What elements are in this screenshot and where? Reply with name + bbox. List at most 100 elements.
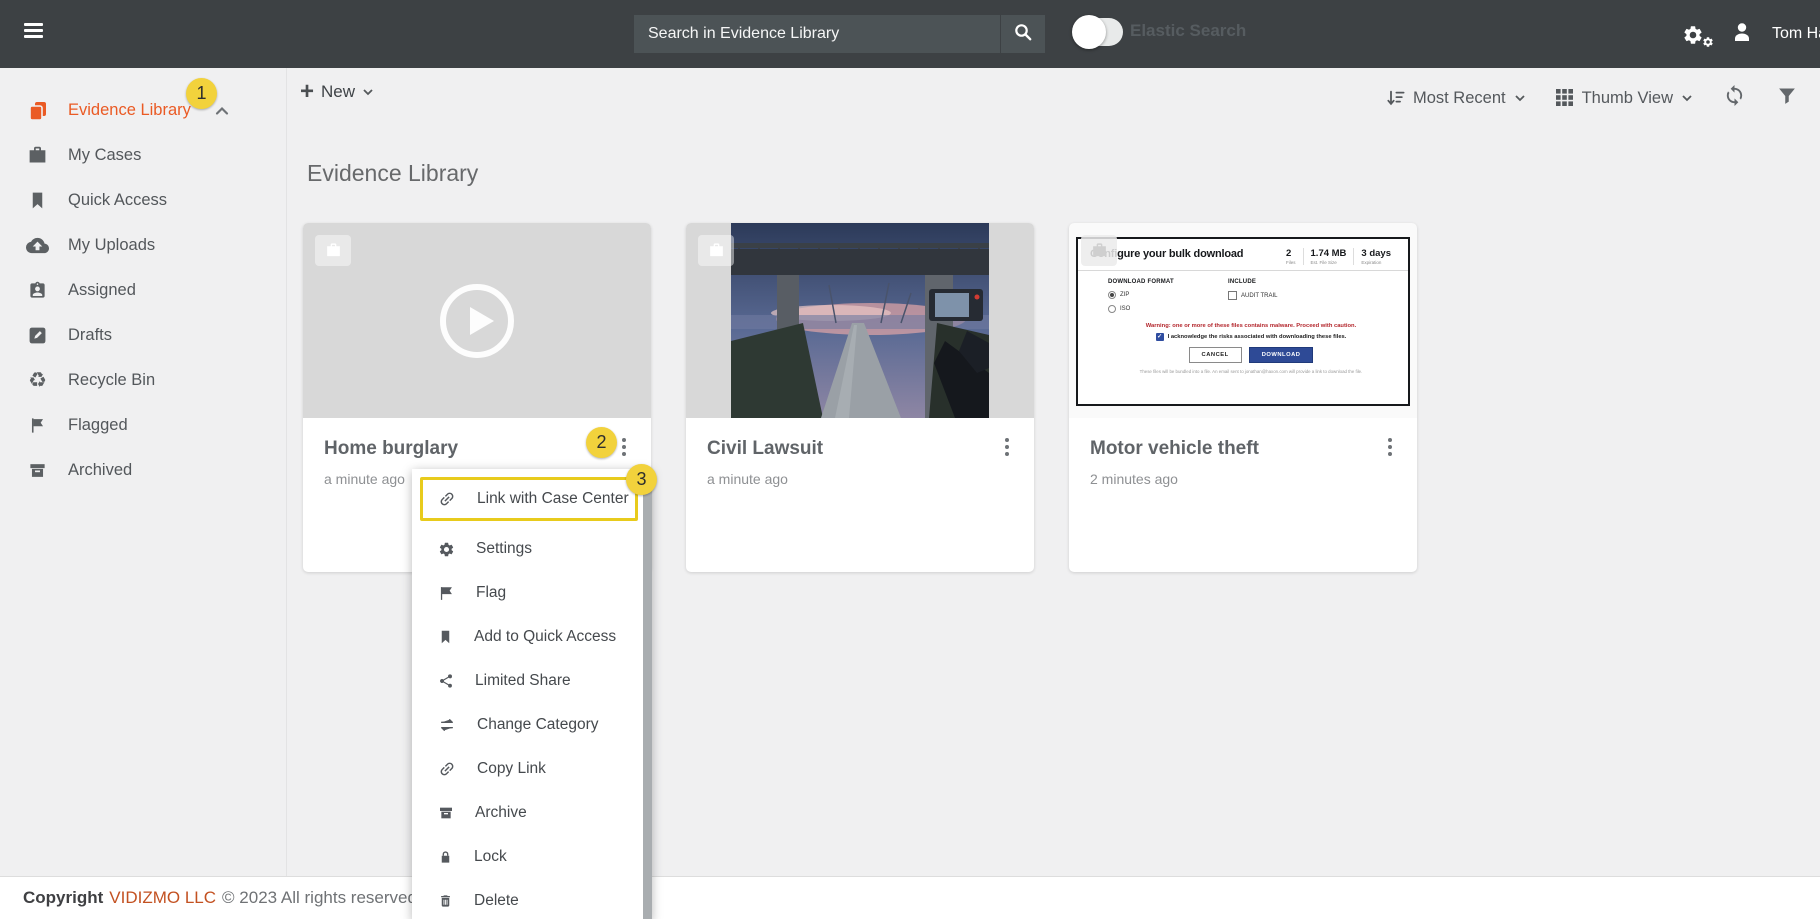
- user-name[interactable]: Tom Ha: [1772, 25, 1820, 43]
- sidebar-item-flagged[interactable]: Flagged: [0, 403, 286, 448]
- chevron-down-icon: [362, 88, 374, 96]
- toolbar-right-controls: Most Recent Thumb View: [1386, 84, 1798, 112]
- sidebar-item-my-cases[interactable]: My Cases: [0, 133, 286, 178]
- video-thumbnail[interactable]: [303, 223, 651, 418]
- sidebar-item-label: Evidence Library: [68, 101, 191, 120]
- case-briefcase-icon: [1081, 235, 1117, 266]
- mini-download-format-label: DOWNLOAD FORMAT: [1108, 279, 1228, 285]
- search-input[interactable]: [634, 15, 1000, 53]
- briefcase-icon: [26, 144, 49, 167]
- sidebar-item-assigned[interactable]: Assigned: [0, 268, 286, 313]
- user-avatar-icon[interactable]: [1730, 20, 1754, 49]
- footer: Copyright VIDIZMO LLC © 2023 All rights …: [0, 876, 1820, 919]
- menu-item-flag[interactable]: Flag: [412, 571, 652, 615]
- mini-stat-files-value: 2: [1286, 248, 1296, 259]
- gear-icon: [438, 541, 455, 558]
- topbar-right-group: Tom Ha: [1682, 0, 1820, 68]
- hamburger-menu-icon[interactable]: [24, 23, 44, 43]
- card-title: Home burglary: [324, 438, 631, 460]
- sidebar-item-evidence-library[interactable]: Evidence Library: [0, 88, 286, 133]
- refresh-icon: [1723, 84, 1746, 107]
- evidence-card-motor-vehicle-theft[interactable]: Configure your bulk download 2Files 1.74…: [1069, 223, 1417, 572]
- mini-zip-radio: [1108, 291, 1116, 299]
- new-button[interactable]: + New: [300, 80, 374, 104]
- mini-iso-label: ISO: [1120, 306, 1130, 312]
- refresh-button[interactable]: [1723, 84, 1746, 112]
- copyright-text: © 2023 All rights reserved.: [222, 888, 422, 908]
- trash-icon: [438, 893, 453, 909]
- search-button[interactable]: [1000, 15, 1045, 53]
- photo-thumbnail[interactable]: [686, 223, 1034, 418]
- menu-item-label: Flag: [476, 584, 506, 602]
- sidebar-item-quick-access[interactable]: Quick Access: [0, 178, 286, 223]
- grid-view-icon: [1556, 89, 1574, 107]
- menu-scrollbar-track: [643, 469, 652, 919]
- mini-download-button: DOWNLOAD: [1249, 347, 1314, 363]
- case-briefcase-icon: [698, 235, 734, 266]
- annotation-step-1: 1: [186, 78, 217, 109]
- menu-item-archive[interactable]: Archive: [412, 791, 652, 835]
- edit-draft-icon: [26, 324, 49, 347]
- menu-item-limited-share[interactable]: Limited Share: [412, 659, 652, 703]
- mini-audit-label: AUDIT TRAIL: [1241, 293, 1277, 299]
- sidebar-item-my-uploads[interactable]: My Uploads: [0, 223, 286, 268]
- card-options-kebab-icon[interactable]: [1379, 436, 1401, 458]
- sidebar-item-label: Drafts: [68, 326, 112, 345]
- sort-dropdown[interactable]: Most Recent: [1386, 89, 1526, 108]
- menu-item-link-with-case-center[interactable]: Link with Case Center: [420, 477, 638, 521]
- card-timestamp: 2 minutes ago: [1090, 471, 1397, 487]
- card-options-kebab-icon[interactable]: [996, 436, 1018, 458]
- menu-item-label: Archive: [475, 804, 527, 822]
- vidizmo-brand-link[interactable]: VIDIZMO LLC: [109, 888, 216, 908]
- elastic-search-toggle[interactable]: [1075, 18, 1123, 46]
- mini-stat-size-value: 1.74 MB: [1311, 248, 1347, 259]
- menu-item-add-to-quick-access[interactable]: Add to Quick Access: [412, 615, 652, 659]
- flag-icon: [26, 414, 49, 437]
- menu-item-lock[interactable]: Lock: [412, 835, 652, 879]
- card-info: Civil Lawsuit a minute ago: [686, 418, 1034, 572]
- sidebar-item-label: My Cases: [68, 146, 141, 165]
- sidebar-item-archived[interactable]: Archived: [0, 448, 286, 493]
- card-timestamp: a minute ago: [707, 471, 1014, 487]
- sidebar-item-label: Flagged: [68, 416, 128, 435]
- highway-overpass-photo: [731, 223, 989, 418]
- menu-item-settings[interactable]: Settings: [412, 527, 652, 571]
- recycle-icon: ♻: [26, 369, 49, 392]
- menu-item-delete[interactable]: Delete: [412, 879, 652, 919]
- menu-item-label: Lock: [474, 848, 507, 866]
- chevron-down-icon: [1681, 94, 1693, 102]
- menu-item-label: Link with Case Center: [477, 490, 629, 508]
- collapse-chevron-up-icon[interactable]: [214, 103, 230, 122]
- document-thumbnail[interactable]: Configure your bulk download 2Files 1.74…: [1069, 223, 1417, 418]
- menu-item-copy-link[interactable]: Copy Link: [412, 747, 652, 791]
- admin-gears-icon[interactable]: [1682, 21, 1712, 47]
- bookmark-icon: [438, 629, 453, 645]
- sidebar-item-label: Recycle Bin: [68, 371, 155, 390]
- cloud-upload-icon: [26, 234, 49, 257]
- sort-dropdown-label: Most Recent: [1413, 89, 1506, 108]
- bulk-download-dialog-screenshot: Configure your bulk download 2Files 1.74…: [1069, 223, 1417, 418]
- sidebar-item-label: Assigned: [68, 281, 136, 300]
- mini-stat-expiry-label: Expiration: [1361, 260, 1391, 265]
- menu-item-label: Copy Link: [477, 760, 546, 778]
- sidebar-item-recycle-bin[interactable]: ♻ Recycle Bin: [0, 358, 286, 403]
- elastic-search-label: Elastic Search: [1130, 21, 1246, 41]
- annotation-step-2: 2: [586, 427, 617, 458]
- card-info: Motor vehicle theft 2 minutes ago: [1069, 418, 1417, 572]
- case-briefcase-icon: [315, 235, 351, 266]
- mini-fine-print: These files will be bundled into a file.…: [1108, 369, 1394, 374]
- evidence-card-civil-lawsuit[interactable]: Civil Lawsuit a minute ago: [686, 223, 1034, 572]
- menu-item-change-category[interactable]: Change Category: [412, 703, 652, 747]
- menu-item-label: Add to Quick Access: [474, 628, 616, 646]
- app-window: Elastic Search Tom Ha Evidence Library: [0, 0, 1820, 919]
- play-icon[interactable]: [437, 281, 517, 361]
- view-mode-dropdown[interactable]: Thumb View: [1556, 89, 1693, 108]
- sidebar-item-drafts[interactable]: Drafts: [0, 313, 286, 358]
- sidebar-item-label: Archived: [68, 461, 132, 480]
- filter-button[interactable]: [1776, 85, 1798, 111]
- mini-malware-warning: Warning: one or more of these files cont…: [1108, 323, 1394, 329]
- menu-scrollbar-thumb[interactable]: [643, 476, 652, 919]
- mini-ack-label: I acknowledge the risks associated with …: [1168, 334, 1347, 340]
- sidebar: Evidence Library My Cases Quick Access M…: [0, 68, 287, 877]
- mini-cancel-button: CANCEL: [1189, 347, 1242, 363]
